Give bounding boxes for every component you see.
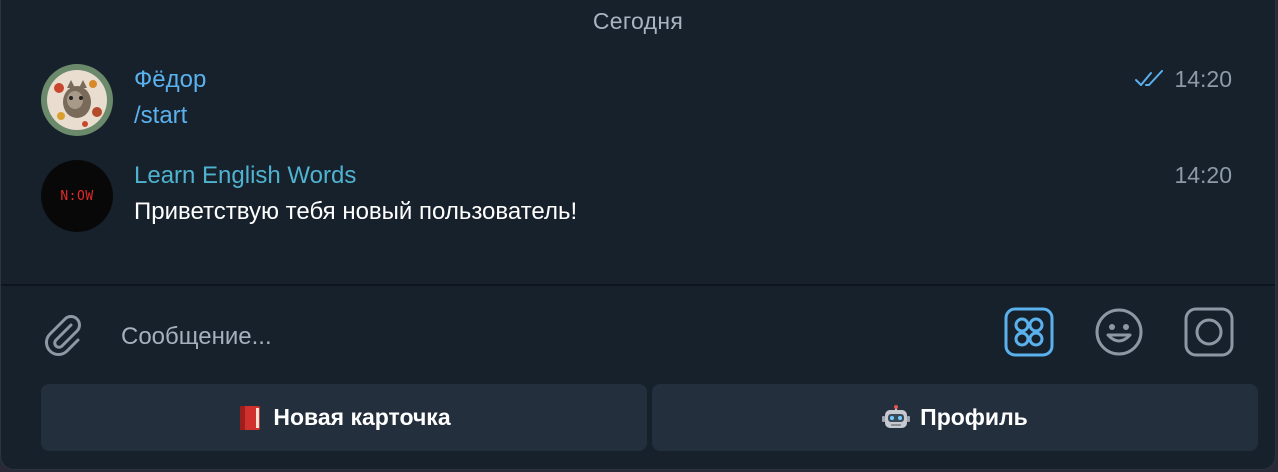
new-card-button[interactable]: Новая карточка — [41, 384, 647, 451]
user-avatar[interactable] — [41, 64, 113, 136]
smiley-icon — [1094, 307, 1144, 362]
attach-button[interactable] — [37, 310, 87, 360]
message-composer — [1, 286, 1275, 384]
message-time: 14:20 — [1174, 162, 1232, 188]
bot-avatar-text: N:OW — [60, 188, 94, 204]
emoji-button[interactable] — [1094, 307, 1144, 362]
new-card-label: Новая карточка — [273, 404, 451, 430]
video-message-button[interactable] — [1184, 307, 1234, 362]
bot-avatar[interactable]: N:OW — [41, 160, 113, 232]
message-row[interactable]: N:OW Learn English Words Приветствую теб… — [1, 160, 1275, 240]
red-book-icon — [237, 404, 263, 432]
bot-commands-icon — [1004, 307, 1054, 362]
message-text: Приветствую тебя новый пользователь! — [134, 198, 578, 225]
robot-icon — [882, 404, 911, 432]
message-sender[interactable]: Фёдор — [134, 66, 206, 94]
camera-round-icon — [1184, 307, 1234, 362]
bot-menu-button[interactable] — [1004, 307, 1054, 362]
message-row[interactable]: Фёдор /start 14:20 — [1, 64, 1275, 144]
message-time: 14:20 — [1174, 66, 1232, 92]
message-input[interactable] — [121, 321, 821, 353]
profile-button[interactable]: Профиль — [652, 384, 1258, 451]
chat-window: Сегодня Фёдор /start 14:20 N:OW Learn En… — [0, 0, 1276, 470]
message-text[interactable]: /start — [134, 102, 187, 130]
message-sender[interactable]: Learn English Words — [134, 162, 356, 190]
profile-label: Профиль — [920, 404, 1028, 430]
date-separator: Сегодня — [592, 8, 684, 34]
paperclip-icon — [38, 309, 86, 362]
double-check-icon — [1135, 70, 1165, 93]
